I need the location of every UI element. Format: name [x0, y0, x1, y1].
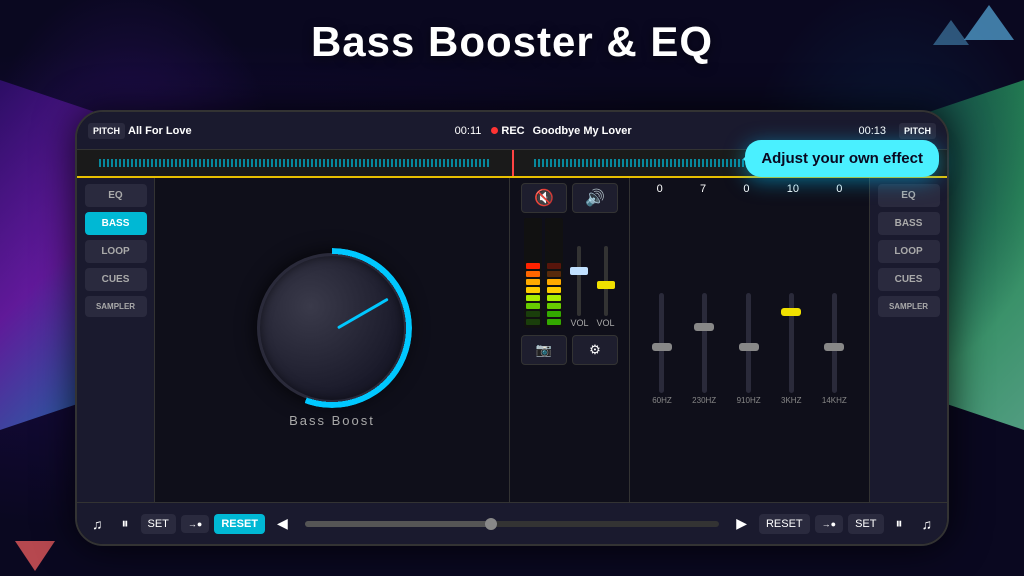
left-panel: EQ BASS LOOP CUES SAMPLER — [77, 178, 155, 502]
left-loop-button[interactable]: LOOP — [85, 240, 147, 263]
right-track-name: Goodbye My Lover — [533, 125, 632, 137]
next-button[interactable]: ▶ — [729, 511, 754, 536]
right-sampler-button[interactable]: SAMPLER — [878, 296, 940, 317]
left-sampler-button[interactable]: SAMPLER — [85, 296, 147, 317]
vol-fader-right-track[interactable] — [604, 246, 608, 316]
eq-val-2: 0 — [743, 183, 749, 195]
vol-label-left: VOL — [570, 318, 588, 328]
rec-label: REC — [501, 125, 524, 137]
set-right-button[interactable]: SET — [848, 514, 883, 534]
eq-val-4: 0 — [836, 183, 842, 195]
mixer-settings-button[interactable]: ⚙ — [572, 335, 618, 365]
reset-right-button[interactable]: RESET — [759, 514, 810, 534]
vu-meter-left — [524, 218, 542, 328]
vol-fader-left-track[interactable] — [577, 246, 581, 316]
eq-fader-910hz: 910HZ — [737, 293, 761, 405]
progress-thumb[interactable] — [485, 518, 497, 530]
left-track-name: All For Love — [128, 125, 192, 137]
eq-fader-230hz: 230HZ — [692, 293, 716, 405]
progress-bar[interactable] — [305, 521, 719, 527]
eq-fader-60hz-track[interactable] — [659, 293, 664, 393]
mixer-section: 🔇 🔊 — [509, 178, 629, 502]
right-loop-button[interactable]: LOOP — [878, 240, 940, 263]
progress-fill — [305, 521, 491, 527]
eq-freq-14khz: 14KHZ — [822, 396, 847, 405]
tooltip-bubble: Adjust your own effect — [745, 140, 939, 177]
mixer-buttons: 🔇 🔊 — [521, 183, 618, 213]
music-right-button[interactable]: ♫ — [915, 512, 940, 536]
bass-boost-knob[interactable] — [257, 253, 407, 403]
eq-fader-60hz-thumb[interactable] — [652, 343, 672, 351]
playhead — [512, 150, 514, 176]
vol-fader-left: VOL — [570, 246, 588, 328]
right-bass-button[interactable]: BASS — [878, 212, 940, 235]
pitch-right-button[interactable]: PITCH — [899, 123, 936, 139]
transport-bar: ♫ ⏸ SET →● RESET ◀ ▶ RESET →● SET ⏸ ♫ — [77, 502, 947, 544]
pause-right-button[interactable]: ⏸ — [889, 511, 910, 536]
rec-button[interactable]: REC — [491, 125, 524, 137]
left-eq-button[interactable]: EQ — [85, 184, 147, 207]
mixer-volume-button[interactable]: 🔊 — [572, 183, 618, 213]
right-panel: EQ BASS LOOP CUES SAMPLER — [869, 178, 947, 502]
eq-val-1: 7 — [700, 183, 706, 195]
knob-label: Bass Boost — [289, 413, 375, 428]
pitch-left-button[interactable]: PITCH — [88, 123, 125, 139]
set-left-button[interactable]: SET — [141, 514, 176, 534]
prev-button[interactable]: ◀ — [270, 511, 295, 536]
eq-fader-910hz-thumb[interactable] — [739, 343, 759, 351]
right-cues-button[interactable]: CUES — [878, 268, 940, 291]
mixer-mute-button[interactable]: 🔇 — [521, 183, 567, 213]
eq-freq-60hz: 60HZ — [652, 396, 672, 405]
vol-fader-right: VOL — [597, 246, 615, 328]
eq-fader-14khz-track[interactable] — [832, 293, 837, 393]
eq-fader-14khz: 14KHZ — [822, 293, 847, 405]
vu-meter-right — [545, 218, 563, 328]
right-track-info: Goodbye My Lover 00:13 — [533, 125, 896, 137]
vol-fader-right-thumb[interactable] — [597, 281, 615, 289]
eq-val-3: 10 — [787, 183, 799, 195]
eq-fader-60hz: 60HZ — [652, 293, 672, 405]
eq-faders: 60HZ 230HZ 910HZ — [638, 200, 861, 497]
mixer-icon-buttons: 📷 ⚙ — [521, 335, 618, 365]
eq-freq-3khz: 3KHZ — [781, 396, 801, 405]
eq-fader-3khz-thumb[interactable] — [781, 308, 801, 316]
waveform-left-line — [99, 159, 491, 167]
left-track-info: All For Love 00:11 — [128, 125, 491, 137]
music-left-button[interactable]: ♫ — [85, 512, 110, 536]
eq-freq-230hz: 230HZ — [692, 396, 716, 405]
tooltip-text: Adjust your own effect — [761, 150, 923, 167]
eq-values: 0 7 0 10 0 — [638, 183, 861, 195]
knob-container: Bass Boost — [257, 253, 407, 428]
eq-fader-230hz-track[interactable] — [702, 293, 707, 393]
left-time-display: 00:11 — [455, 125, 482, 137]
right-time-display: 00:13 — [858, 125, 886, 137]
vol-faders: VOL VOL — [570, 246, 614, 328]
rec-dot — [491, 127, 498, 134]
arrow-rec-left-button[interactable]: →● — [181, 515, 209, 533]
eq-section: 0 7 0 10 0 60HZ 230 — [629, 178, 869, 502]
eq-val-0: 0 — [657, 183, 663, 195]
vu-meters: VOL VOL — [524, 218, 614, 328]
eq-fader-14khz-thumb[interactable] — [824, 343, 844, 351]
eq-fader-910hz-track[interactable] — [746, 293, 751, 393]
eq-freq-910hz: 910HZ — [737, 396, 761, 405]
main-content: EQ BASS LOOP CUES SAMPLER Bass Boost 🔇 🔊 — [77, 178, 947, 502]
left-cues-button[interactable]: CUES — [85, 268, 147, 291]
arrow-rec-right-button[interactable]: →● — [815, 515, 843, 533]
eq-fader-230hz-thumb[interactable] — [694, 323, 714, 331]
left-bass-button[interactable]: BASS — [85, 212, 147, 235]
eq-fader-3khz: 3KHZ — [781, 293, 801, 405]
triangle-bottom-left — [15, 541, 55, 571]
pause-left-button[interactable]: ⏸ — [115, 511, 136, 536]
reset-left-button[interactable]: RESET — [214, 514, 265, 534]
right-eq-button[interactable]: EQ — [878, 184, 940, 207]
vol-fader-left-thumb[interactable] — [570, 267, 588, 275]
page-title: Bass Booster & EQ — [0, 18, 1024, 66]
eq-fader-3khz-track[interactable] — [789, 293, 794, 393]
vol-label-right: VOL — [597, 318, 615, 328]
center-area: Bass Boost — [155, 178, 509, 502]
knob-arc — [252, 248, 412, 408]
mixer-camera-button[interactable]: 📷 — [521, 335, 567, 365]
waveform-left — [77, 150, 512, 176]
